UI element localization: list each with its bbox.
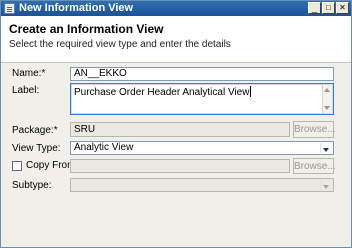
label-label: Label: (12, 85, 40, 96)
name-value: AN__EKKO (74, 68, 127, 79)
copy-from-field[interactable] (70, 159, 290, 173)
close-button[interactable]: ✕ (336, 2, 349, 14)
subtype-select[interactable] (70, 178, 334, 192)
scroll-down-icon[interactable] (324, 106, 330, 110)
package-browse-button[interactable]: Browse... (293, 121, 336, 138)
label-field[interactable]: Purchase Order Header Analytical View (70, 83, 334, 115)
subtype-label: Subtype: (12, 180, 52, 191)
package-value: SRU (74, 124, 96, 135)
subtype-dropdown-icon[interactable] (320, 180, 332, 190)
package-field[interactable]: SRU (70, 122, 290, 137)
label-scrollbar[interactable] (322, 85, 332, 113)
new-information-view-dialog: New Information View _ □ ✕ Create an Inf… (0, 0, 352, 248)
view-type-value: Analytic View (74, 142, 134, 153)
text-caret (250, 86, 252, 97)
page-title: Create an Information View (9, 22, 164, 36)
title-bar[interactable]: New Information View _ □ ✕ (1, 1, 351, 16)
package-label: Package:* (12, 125, 58, 136)
copy-from-checkbox[interactable] (12, 161, 22, 171)
maximize-button[interactable]: □ (322, 2, 335, 14)
dialog-header: Create an Information View Select the re… (1, 16, 351, 63)
page-subtitle: Select the required view type and enter … (9, 39, 231, 50)
label-value: Purchase Order Header Analytical View (74, 87, 250, 98)
view-type-dropdown-icon[interactable] (320, 143, 332, 153)
name-label: Name:* (12, 68, 46, 79)
window-title: New Information View (19, 2, 134, 14)
window-icon (4, 3, 15, 14)
minimize-button[interactable]: _ (308, 2, 321, 14)
view-type-label: View Type: (12, 143, 61, 154)
view-type-select[interactable]: Analytic View (70, 141, 334, 155)
scroll-up-icon[interactable] (324, 88, 330, 92)
copy-from-browse-button[interactable]: Browse... (293, 158, 336, 174)
name-field[interactable]: AN__EKKO (70, 67, 334, 81)
